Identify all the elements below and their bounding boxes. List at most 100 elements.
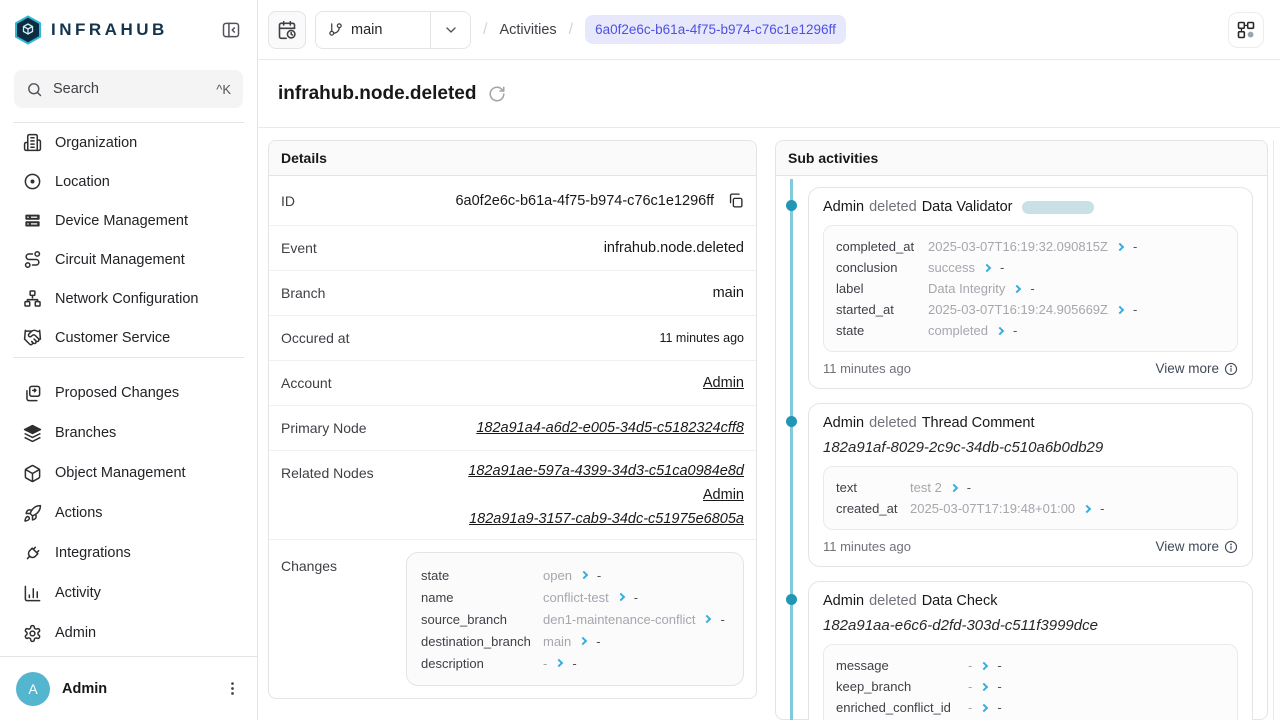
branch-selector-value: main <box>316 12 430 48</box>
handshake-icon <box>23 328 42 347</box>
infrahub-logo-icon <box>14 15 42 45</box>
sidebar-collapse-button[interactable] <box>221 20 241 40</box>
detail-row-primary-node: Primary Node 182a91a4-a6d2-e005-34d5-c51… <box>269 406 756 451</box>
layers-icon <box>23 424 42 443</box>
refresh-icon <box>488 85 506 103</box>
breadcrumb-separator: / <box>480 21 490 39</box>
chevron-right-icon <box>617 593 625 601</box>
sidebar-item-label: Circuit Management <box>55 252 185 268</box>
logo-wordmark: INFRAHUB <box>51 20 168 40</box>
timeline-line <box>790 179 793 720</box>
main-area: main / Activities / 6a0f2e6c-b61a-4f75-b… <box>258 0 1280 720</box>
diff-icon <box>23 384 42 403</box>
sub-activity-title: Admin deleted Data Check <box>823 593 1238 609</box>
graph-view-button[interactable] <box>1228 12 1264 48</box>
refresh-button[interactable] <box>488 85 506 103</box>
sidebar-item-location[interactable]: Location <box>0 162 257 201</box>
chevron-right-icon <box>950 483 958 491</box>
view-more-button[interactable]: View more <box>1155 361 1238 376</box>
attributes-box: completed_at 2025-03-07T16:19:32.090815Z… <box>823 225 1238 352</box>
sidebar-item-label: Object Management <box>55 465 186 481</box>
sidebar-item-integrations[interactable]: Integrations <box>0 533 257 573</box>
avatar: A <box>16 672 50 706</box>
sub-activity-node-id: 182a91aa-e6c6-d2fd-303d-c511f3999dce <box>823 617 1238 634</box>
related-node-link[interactable]: Admin <box>703 487 744 503</box>
copy-id-button[interactable] <box>727 192 744 209</box>
chevron-right-icon <box>1083 504 1091 512</box>
sidebar-item-actions[interactable]: Actions <box>0 493 257 533</box>
info-icon <box>1224 362 1238 376</box>
search-input[interactable]: Search ^K <box>14 70 243 108</box>
search-placeholder: Search <box>53 81 206 97</box>
timeline-dot <box>786 416 797 427</box>
sub-activities-timeline: Admin deleted Data Validator completed_a… <box>776 176 1267 720</box>
breadcrumb-separator: / <box>566 21 576 39</box>
chevron-right-icon <box>580 571 588 579</box>
sidebar-item-label: Integrations <box>55 545 131 561</box>
user-menu-button[interactable] <box>220 676 245 701</box>
sidebar: INFRAHUB Search ^K Organization Location <box>0 0 258 720</box>
primary-node-link[interactable]: 182a91a4-a6d2-e005-34d5-c5182324cff8 <box>476 420 744 436</box>
info-icon <box>1224 540 1238 554</box>
branch-selector[interactable]: main <box>315 11 471 49</box>
sidebar-item-activity[interactable]: Activity <box>0 573 257 613</box>
sidebar-item-label: Branches <box>55 425 116 441</box>
topbar: main / Activities / 6a0f2e6c-b61a-4f75-b… <box>258 0 1280 60</box>
attribute-row: message - - <box>836 655 1225 676</box>
scrollbar[interactable] <box>1273 140 1274 720</box>
sidebar-item-label: Activity <box>55 585 101 601</box>
chevron-right-icon <box>1116 242 1124 250</box>
timeline-dot <box>786 594 797 605</box>
chevron-right-icon <box>980 661 988 669</box>
sidebar-item-organization[interactable]: Organization <box>0 123 257 162</box>
view-more-button[interactable]: View more <box>1155 539 1238 554</box>
account-link[interactable]: Admin <box>703 375 744 391</box>
sidebar-item-label: Network Configuration <box>55 291 198 307</box>
related-node-link[interactable]: 182a91ae-597a-4399-34d3-c51ca0984e8d <box>468 463 744 479</box>
bar-chart-icon <box>23 584 42 603</box>
sidebar-item-circuit-management[interactable]: Circuit Management <box>0 240 257 279</box>
sidebar-item-customer-service[interactable]: Customer Service <box>0 318 257 357</box>
logo-row: INFRAHUB <box>0 0 257 60</box>
search-icon <box>26 81 43 98</box>
gear-icon <box>23 624 42 643</box>
attribute-row: conclusion success - <box>836 257 1225 278</box>
detail-branch-value: main <box>713 285 744 301</box>
user-name: Admin <box>62 681 208 697</box>
network-icon <box>23 289 42 308</box>
attribute-row: text test 2 - <box>836 477 1225 498</box>
sidebar-item-network-configuration[interactable]: Network Configuration <box>0 279 257 318</box>
sidebar-item-object-management[interactable]: Object Management <box>0 453 257 493</box>
git-branch-icon <box>328 22 343 37</box>
sidebar-item-admin[interactable]: Admin <box>0 613 257 653</box>
sidebar-item-proposed-changes[interactable]: Proposed Changes <box>0 373 257 413</box>
details-panel: Details ID 6a0f2e6c-b61a-4f75-b974-c76c1… <box>268 140 757 699</box>
sub-activity-title: Admin deleted Data Validator <box>823 199 1238 215</box>
attribute-row: created_at 2025-03-07T17:19:48+01:00 - <box>836 498 1225 519</box>
breadcrumb-id-pill[interactable]: 6a0f2e6c-b61a-4f75-b974-c76c1e1296ff <box>585 15 846 44</box>
detail-row-changes: Changes state open - name conflict-test … <box>269 540 756 698</box>
detail-row-related-nodes: Related Nodes 182a91ae-597a-4399-34d3-c5… <box>269 451 756 540</box>
chevron-right-icon <box>555 659 563 667</box>
sidebar-item-device-management[interactable]: Device Management <box>0 201 257 240</box>
branch-selector-caret[interactable] <box>430 12 470 48</box>
building-icon <box>23 133 42 152</box>
user-row: A Admin <box>0 656 257 720</box>
attributes-box: message - - keep_branch - - enrich <box>823 644 1238 720</box>
breadcrumb-link-activities[interactable]: Activities <box>499 22 556 38</box>
change-row: destination_branch main - <box>421 630 729 652</box>
related-node-link[interactable]: 182a91a9-3157-cab9-34dc-c51975e6805a <box>469 511 744 527</box>
chevron-right-icon <box>1013 284 1021 292</box>
sidebar-item-branches[interactable]: Branches <box>0 413 257 453</box>
changes-box: state open - name conflict-test - source… <box>406 552 744 686</box>
attribute-row: enriched_conflict_id - - <box>836 697 1225 718</box>
date-filter-button[interactable] <box>268 11 306 49</box>
box-icon <box>23 464 42 483</box>
page-title: infrahub.node.deleted <box>278 83 476 105</box>
copy-icon <box>727 192 744 209</box>
sub-activity-node-id: 182a91af-8029-2c9c-34db-c510a6b0db29 <box>823 439 1238 456</box>
change-row: name conflict-test - <box>421 586 729 608</box>
change-row: description - - <box>421 652 729 674</box>
chevron-right-icon <box>980 703 988 711</box>
infrahub-logo: INFRAHUB <box>14 15 168 45</box>
